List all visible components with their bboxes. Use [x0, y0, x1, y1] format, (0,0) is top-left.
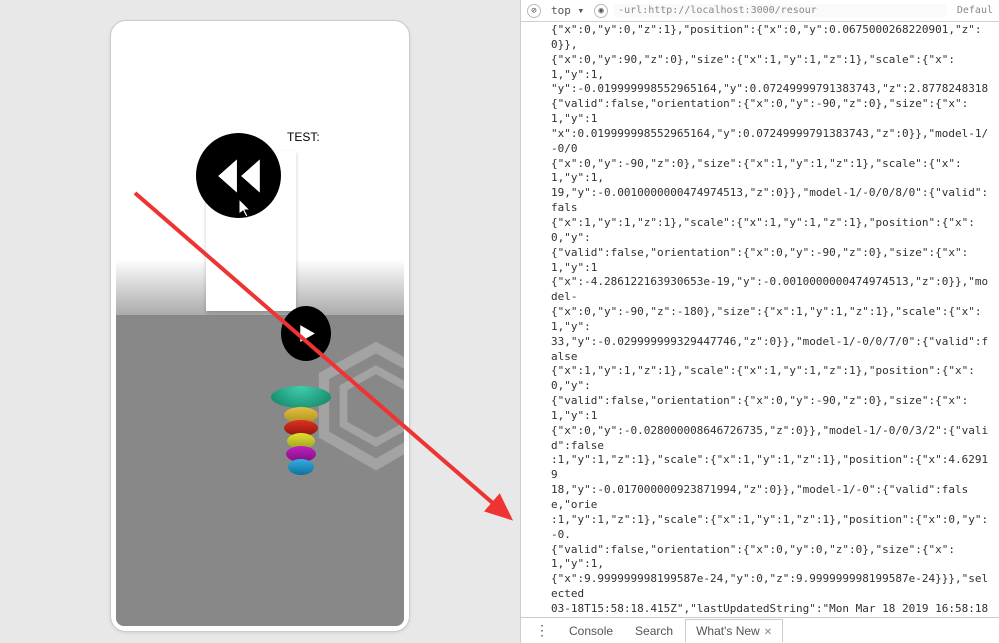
tab-whats-new-label: What's New	[696, 624, 760, 638]
tab-whats-new[interactable]: What's New ✕	[685, 619, 783, 642]
devtools-drawer-tabs: ⋮ Console Search What's New ✕	[521, 617, 999, 643]
console-log-json: {"x":0,"y":0,"z":1},"position":{"x":0,"y…	[521, 22, 999, 617]
console-filter-input[interactable]	[614, 4, 947, 17]
model-plate	[271, 386, 331, 408]
stacked-model[interactable]	[271, 386, 331, 472]
play-button[interactable]	[281, 306, 331, 361]
console-output[interactable]: {"x":0,"y":0,"z":1},"position":{"x":0,"y…	[521, 22, 999, 617]
app-viewport: TEST:	[0, 0, 520, 643]
device-frame: TEST:	[110, 20, 410, 632]
rewind-icon	[214, 151, 264, 201]
model-part	[288, 459, 314, 475]
mouse-cursor	[239, 199, 255, 219]
close-icon[interactable]: ✕	[764, 627, 772, 638]
eye-icon[interactable]: ◉	[594, 4, 608, 18]
log-levels[interactable]: Defaul	[957, 5, 993, 16]
test-label: TEST:	[287, 130, 320, 144]
play-icon	[294, 321, 319, 346]
tab-search[interactable]: Search	[625, 620, 683, 642]
context-selector[interactable]: top ▾	[547, 4, 588, 17]
console-toolbar: ⊘ top ▾ ◉ Defaul	[521, 0, 999, 22]
clear-console-icon[interactable]: ⊘	[527, 4, 541, 18]
devtools-panel: ⊘ top ▾ ◉ Defaul {"x":0,"y":0,"z":1},"po…	[520, 0, 999, 643]
drawer-menu-icon[interactable]: ⋮	[527, 622, 557, 639]
context-label: top	[551, 4, 571, 17]
tab-console[interactable]: Console	[559, 620, 623, 642]
